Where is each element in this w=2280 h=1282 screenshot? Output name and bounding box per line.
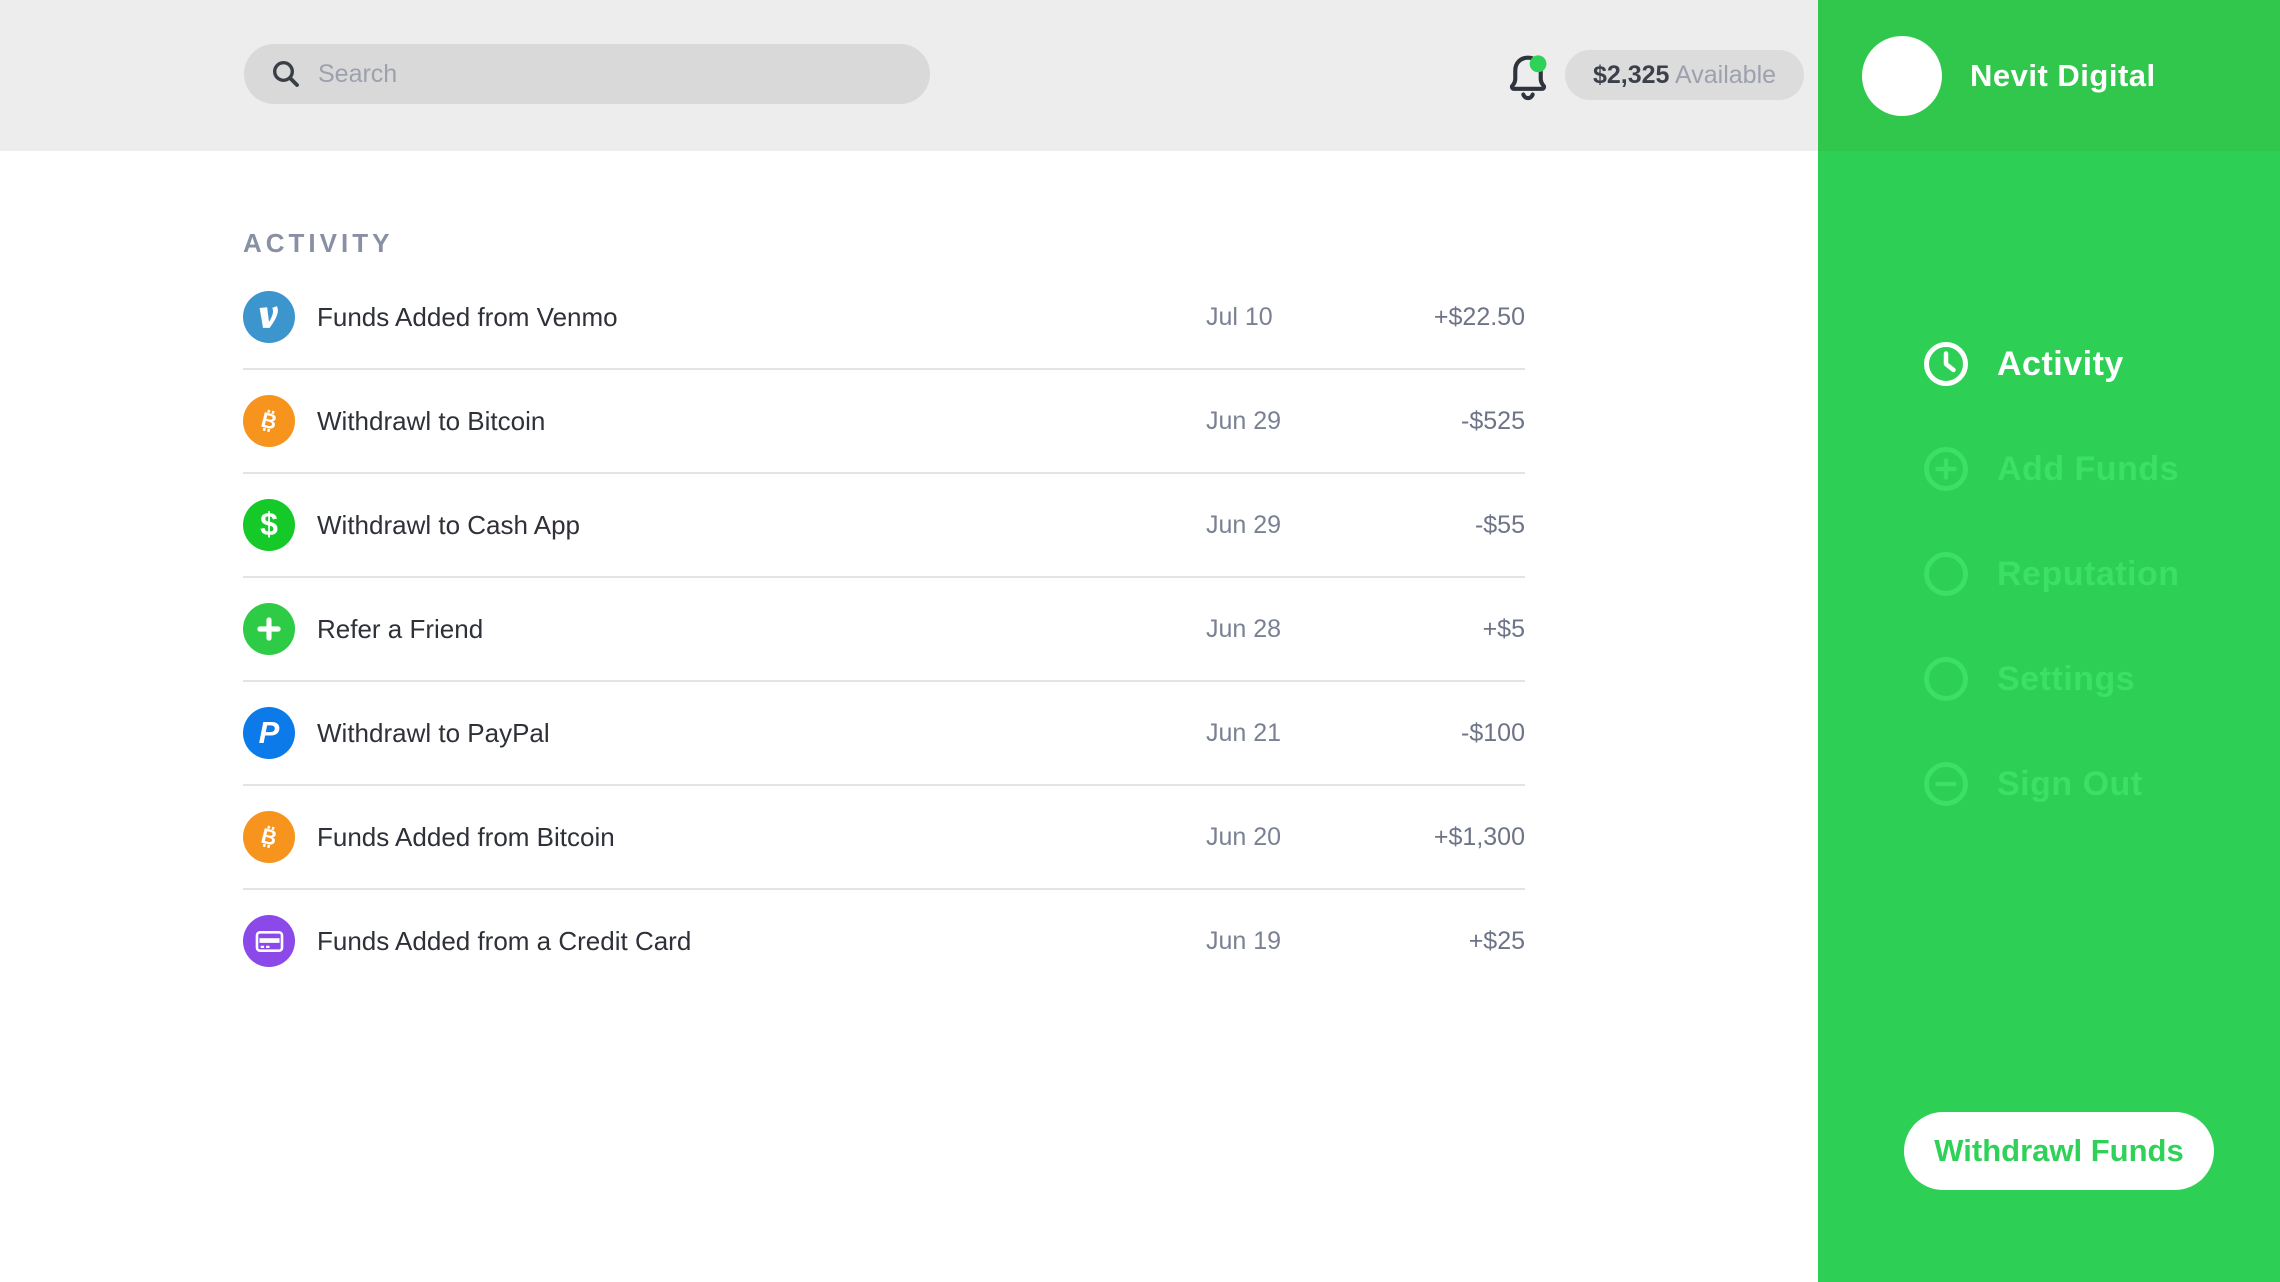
- activity-row[interactable]: Funds Added from a Credit Card Jun 19 +$…: [243, 890, 1525, 992]
- cashapp-icon: $: [243, 499, 295, 551]
- bitcoin-icon: B: [243, 811, 295, 863]
- notification-dot: [1530, 55, 1547, 72]
- balance-label: Available: [1669, 61, 1776, 90]
- sidebar-item-label: Add Funds: [1997, 450, 2179, 489]
- row-label: Withdrawl to Bitcoin: [317, 406, 545, 437]
- row-amount: -$55: [1475, 511, 1525, 540]
- plus-circle-icon: [1923, 446, 1969, 492]
- balance-badge: $2,325 Available: [1565, 50, 1804, 100]
- row-date: Jun 20: [1206, 823, 1281, 852]
- topbar: $2,325 Available: [0, 0, 1818, 151]
- balance-amount: $2,325: [1593, 61, 1669, 90]
- plus-icon: [243, 603, 295, 655]
- circle-icon: [1923, 551, 1969, 597]
- avatar[interactable]: [1862, 36, 1942, 116]
- row-date: Jul 10: [1206, 303, 1273, 332]
- row-amount: +$5: [1483, 615, 1525, 644]
- sidebar-item-label: Reputation: [1997, 555, 2180, 594]
- search-bar[interactable]: [244, 44, 930, 104]
- sidebar-item-reputation[interactable]: Reputation: [1923, 551, 2180, 597]
- sidebar-item-activity[interactable]: Activity: [1923, 341, 2180, 387]
- row-label: Refer a Friend: [317, 614, 483, 645]
- row-amount: +$25: [1469, 927, 1525, 956]
- sidebar-item-add-funds[interactable]: Add Funds: [1923, 446, 2180, 492]
- sidebar-menu: Activity Add Funds Reputation Settings S…: [1923, 341, 2180, 807]
- sidebar-item-sign-out[interactable]: Sign Out: [1923, 761, 2180, 807]
- activity-row[interactable]: Funds Added from Venmo Jul 10 +$22.50: [243, 266, 1525, 370]
- minus-circle-icon: [1923, 761, 1969, 807]
- withdraw-funds-button[interactable]: Withdrawl Funds: [1904, 1112, 2214, 1190]
- venmo-icon: [243, 291, 295, 343]
- row-date: Jun 29: [1206, 407, 1281, 436]
- brand-title: Nevit Digital: [1970, 58, 2156, 94]
- search-input[interactable]: [316, 59, 910, 90]
- row-amount: +$22.50: [1434, 303, 1525, 332]
- row-date: Jun 21: [1206, 719, 1281, 748]
- activity-row[interactable]: B Withdrawl to Bitcoin Jun 29 -$525: [243, 370, 1525, 474]
- row-label: Withdrawl to PayPal: [317, 718, 550, 749]
- circle-icon: [1923, 656, 1969, 702]
- activity-row[interactable]: Refer a Friend Jun 28 +$5: [243, 578, 1525, 682]
- activity-row[interactable]: P Withdrawl to PayPal Jun 21 -$100: [243, 682, 1525, 786]
- row-amount: +$1,300: [1434, 823, 1525, 852]
- paypal-icon: P: [243, 707, 295, 759]
- sidebar-item-label: Sign Out: [1997, 765, 2143, 804]
- row-amount: -$525: [1461, 407, 1525, 436]
- clock-icon: [1923, 341, 1969, 387]
- row-date: Jun 29: [1206, 511, 1281, 540]
- bitcoin-icon: B: [243, 395, 295, 447]
- sidebar-header: Nevit Digital: [1818, 0, 2280, 151]
- row-label: Funds Added from Venmo: [317, 302, 618, 333]
- bell-icon[interactable]: [1504, 52, 1552, 104]
- row-amount: -$100: [1461, 719, 1525, 748]
- activity-heading: ACTIVITY: [243, 228, 393, 259]
- sidebar-item-settings[interactable]: Settings: [1923, 656, 2180, 702]
- credit-card-icon: [243, 915, 295, 967]
- activity-row[interactable]: $ Withdrawl to Cash App Jun 29 -$55: [243, 474, 1525, 578]
- activity-list: Funds Added from Venmo Jul 10 +$22.50 B …: [243, 266, 1525, 992]
- sidebar: Nevit Digital Activity Add Funds Reputat…: [1818, 0, 2280, 1282]
- row-date: Jun 19: [1206, 927, 1281, 956]
- row-label: Funds Added from Bitcoin: [317, 822, 615, 853]
- row-date: Jun 28: [1206, 615, 1281, 644]
- sidebar-item-label: Settings: [1997, 660, 2135, 699]
- activity-row[interactable]: B Funds Added from Bitcoin Jun 20 +$1,30…: [243, 786, 1525, 890]
- row-label: Withdrawl to Cash App: [317, 510, 580, 541]
- row-label: Funds Added from a Credit Card: [317, 926, 691, 957]
- sidebar-item-label: Activity: [1997, 345, 2124, 384]
- search-icon: [270, 58, 302, 90]
